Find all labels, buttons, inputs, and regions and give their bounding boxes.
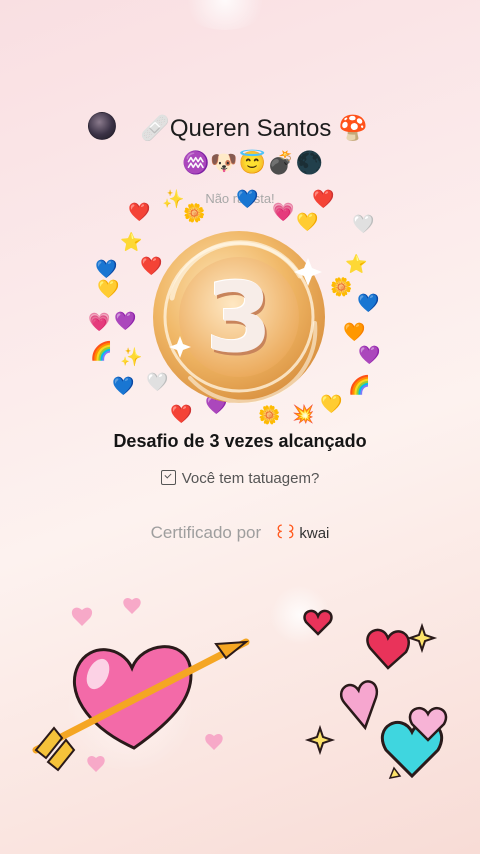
hearts-graphic — [303, 609, 448, 780]
challenge-title: Desafio de 3 vezes alcançado — [113, 431, 367, 451]
heart-icon: 💙 — [112, 376, 135, 396]
profile-badges: ♒🐶😇💣🌑 — [182, 150, 324, 175]
kwai-logo-icon: ꒰꒱ — [273, 525, 298, 542]
heart-icon: ❤️ — [128, 202, 151, 222]
medal-number: 3 — [205, 262, 273, 374]
kwai-logo: ꒰꒱ kwai — [274, 522, 329, 542]
star-icon: ⭐ — [120, 232, 143, 252]
hearts-sticker — [290, 600, 460, 790]
heart-icon: 🧡 — [343, 322, 366, 342]
avatar[interactable] — [88, 112, 116, 140]
glow-decoration — [180, 0, 270, 30]
heart-icon: 💛 — [97, 279, 120, 299]
sun-icon: 🌼 — [330, 277, 353, 297]
heart-icon: 💙 — [236, 189, 259, 209]
sparkle-icon: ✨ — [120, 347, 143, 367]
sparkle-icon: 💥 — [292, 404, 315, 424]
cert-label: Certificado por — [150, 523, 262, 542]
challenge-medal: 3 — [150, 228, 328, 406]
rainbow-icon: 🌈 — [348, 375, 371, 395]
star-icon: ⭐ — [345, 254, 368, 274]
heart-icon: 🤍 — [352, 214, 375, 234]
calendar-check-icon — [160, 470, 176, 485]
heart-icon: 💜 — [114, 311, 137, 331]
heart-icon: ❤️ — [312, 189, 335, 209]
sparkle-icon: ✨ — [162, 189, 185, 209]
challenge-question[interactable]: Você tem tatuagem? — [0, 470, 480, 487]
heart-icon: 💜 — [358, 345, 381, 365]
sun-icon: 🌼 — [258, 405, 281, 425]
sun-icon: 🌼 — [183, 203, 206, 223]
heart-icon: ❤️ — [170, 404, 193, 424]
kwai-brand-text: kwai — [299, 525, 330, 542]
rainbow-icon: 🌈 — [90, 341, 113, 361]
heart-icon: 💗 — [88, 312, 111, 332]
certification: Certificado por ꒰꒱ kwai — [0, 522, 480, 543]
question-text: Você tem tatuagem? — [181, 470, 320, 487]
heart-icon: 💙 — [95, 259, 118, 279]
heart-icon: 💗 — [272, 202, 295, 222]
heart-arrow-graphic — [32, 597, 250, 772]
user-name[interactable]: 🩹Queren Santos 🍄 — [140, 114, 368, 143]
heart-arrow-sticker — [14, 590, 264, 790]
heart-icon: 💙 — [357, 293, 380, 313]
